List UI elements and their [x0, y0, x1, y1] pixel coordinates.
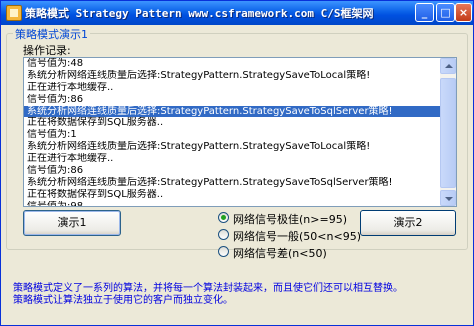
arrow-down-icon — [445, 197, 453, 201]
log-list-item[interactable]: 信号值为:48 — [24, 58, 440, 70]
main-window: 策略模式 Strategy Pattern www.csframework.co… — [0, 0, 474, 326]
scroll-down-button[interactable] — [440, 190, 456, 206]
maximize-button[interactable]: □ — [436, 3, 455, 22]
radio-button-icon[interactable] — [218, 212, 229, 223]
log-list-item[interactable]: 系统分析网络连线质量后选择:StrategyPattern.StrategySa… — [24, 177, 440, 189]
log-list-item[interactable]: 正在将数据保存到SQL服务器.. — [24, 189, 440, 201]
radio-label: 网络信号差(n<50) — [233, 247, 327, 260]
scroll-up-button[interactable] — [440, 58, 456, 74]
log-list-item[interactable]: 正在进行本地缓存.. — [24, 82, 440, 94]
log-listbox[interactable]: 信号值为:48 系统分析网络连线质量后选择:StrategyPattern.Str… — [23, 57, 457, 207]
log-list-item[interactable]: 正在进行本地缓存.. — [24, 153, 440, 165]
radio-button-icon[interactable] — [218, 246, 229, 257]
vertical-scrollbar[interactable] — [440, 58, 456, 206]
radio-label: 网络信号极佳(n>=95) — [233, 213, 347, 226]
demo2-button[interactable]: 演示2 — [360, 210, 456, 236]
scroll-thumb[interactable] — [440, 78, 456, 188]
log-list-item[interactable]: 信号值为:86 — [24, 165, 440, 177]
app-icon — [6, 5, 22, 21]
log-list-item[interactable]: 信号值为:86 — [24, 94, 440, 106]
log-list: 信号值为:48 系统分析网络连线质量后选择:StrategyPattern.Str… — [24, 58, 440, 206]
arrow-up-icon — [445, 64, 453, 68]
groupbox-title: 策略模式演示1 — [13, 26, 90, 42]
log-list-item[interactable]: 信号值为:1 — [24, 129, 440, 141]
log-list-item[interactable]: 系统分析网络连线质量后选择:StrategyPattern.StrategySa… — [24, 70, 440, 82]
demo1-button[interactable]: 演示1 — [23, 210, 121, 236]
log-list-item[interactable]: 系统分析网络连线质量后选择:StrategyPattern.StrategySa… — [24, 105, 440, 118]
log-list-item[interactable]: 信号值为:98 — [24, 201, 440, 206]
window-title: 策略模式 Strategy Pattern www.csframework.co… — [25, 7, 374, 20]
log-list-item[interactable]: 正在将数据保存到SQL服务器.. — [24, 117, 440, 129]
log-label: 操作记录: — [23, 44, 71, 57]
close-button[interactable]: × — [455, 3, 472, 22]
description-line-2: 策略模式让算法独立于使用它的客户而独立变化。 — [13, 295, 233, 306]
radio-label: 网络信号一般(50<n<95) — [233, 230, 361, 243]
title-bar[interactable]: 策略模式 Strategy Pattern www.csframework.co… — [1, 1, 473, 25]
radio-button-icon[interactable] — [218, 229, 229, 240]
minimize-button[interactable]: _ — [415, 3, 434, 22]
log-list-item[interactable]: 系统分析网络连线质量后选择:StrategyPattern.StrategySa… — [24, 141, 440, 153]
